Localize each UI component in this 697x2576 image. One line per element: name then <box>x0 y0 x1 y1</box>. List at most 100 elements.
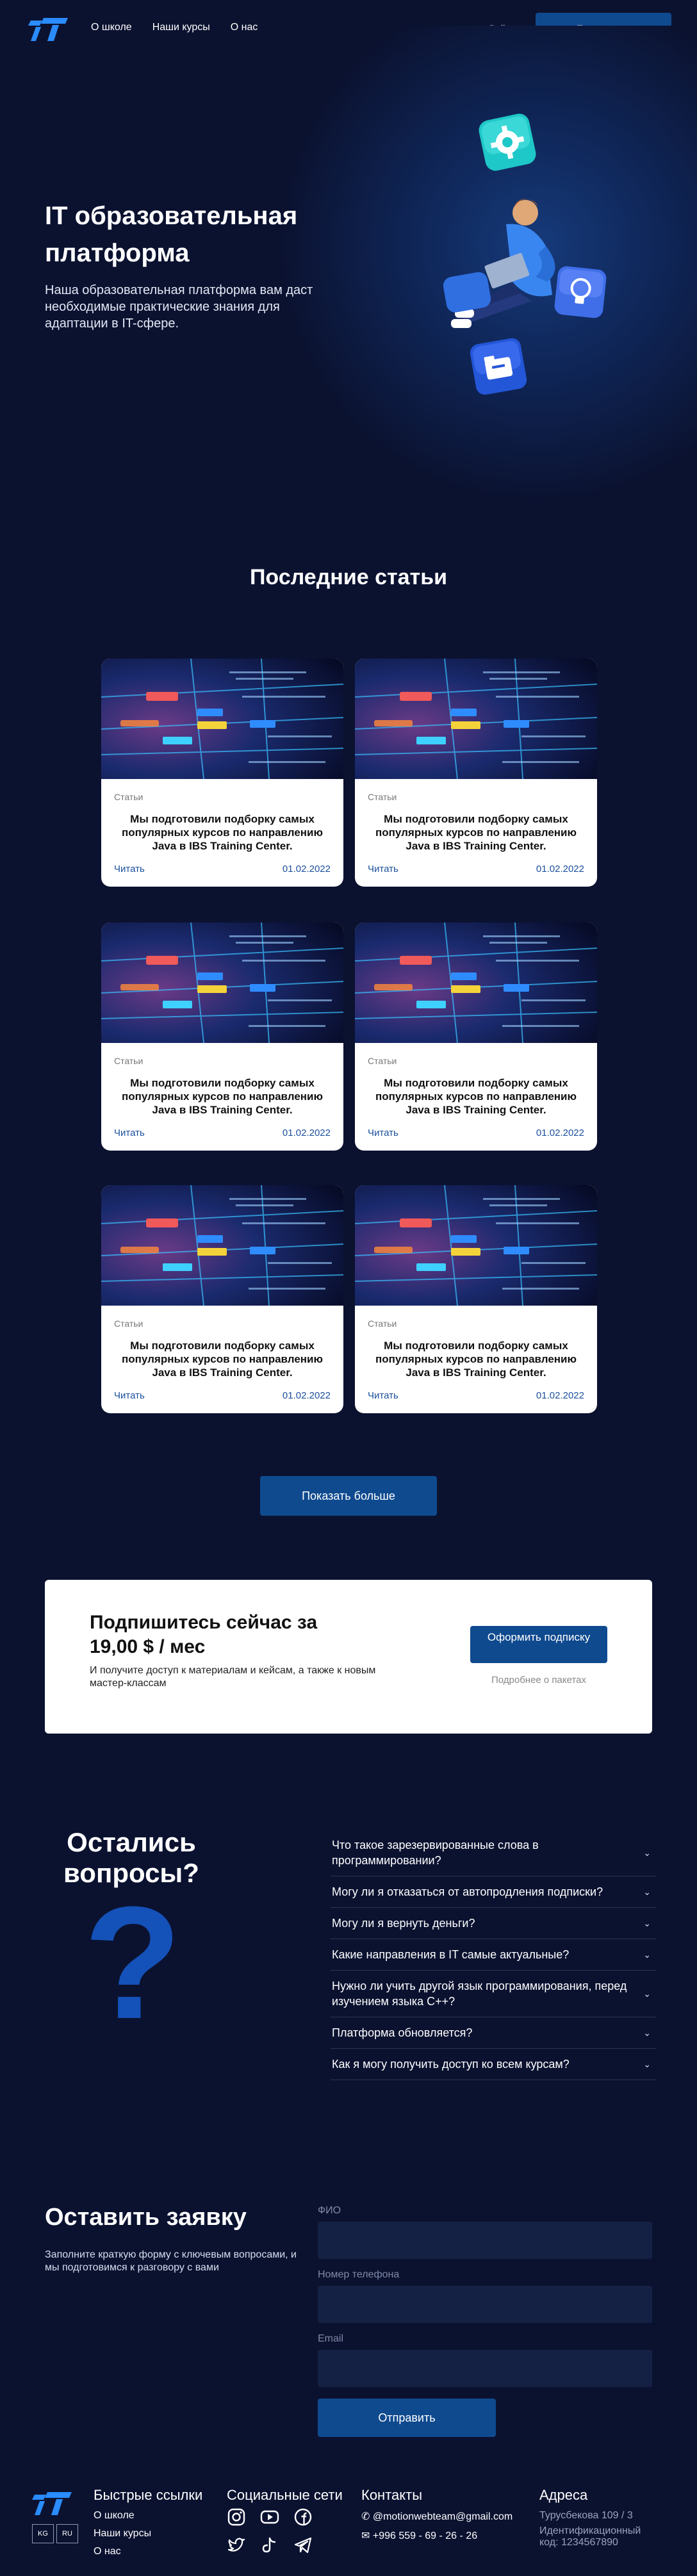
read-link[interactable]: Читать <box>114 864 145 874</box>
id-code-text: Идентификационный код: 1234567890 <box>539 2525 641 2548</box>
social-title: Социальные сети <box>227 2487 343 2503</box>
hero-illustration <box>443 113 607 395</box>
nav-link-school[interactable]: О школе <box>91 22 132 33</box>
application-description: Заполните краткую форму с ключевым вопро… <box>45 2249 297 2273</box>
email-text: @motionwebteam@gmail.com <box>372 2511 513 2522</box>
faq-item[interactable]: Какие направления в IT самые актуальные?… <box>331 1939 656 1971</box>
footer-link-school[interactable]: О школе <box>94 2510 135 2522</box>
application-title: Оставить заявку <box>45 2204 247 2231</box>
read-link[interactable]: Читать <box>114 1390 145 1401</box>
article-category: Статьи <box>114 792 144 802</box>
article-image <box>355 659 597 779</box>
email-contact[interactable]: ✆ @motionwebteam@gmail.com <box>361 2510 512 2523</box>
faq-item[interactable]: Как я могу получить доступ ко всем курса… <box>331 2049 656 2080</box>
tiktok-icon[interactable] <box>260 2536 279 2555</box>
article-image <box>101 923 343 1043</box>
email-field[interactable] <box>318 2350 652 2387</box>
read-link[interactable]: Читать <box>368 864 398 874</box>
article-category: Статьи <box>368 1318 397 1329</box>
article-category: Статьи <box>368 1056 397 1066</box>
read-link[interactable]: Читать <box>368 1390 398 1401</box>
name-field[interactable] <box>318 2222 652 2259</box>
submit-button[interactable]: Отправить <box>318 2399 496 2437</box>
faq-question: Могу ли я отказаться от автопродления по… <box>332 1885 603 1898</box>
packages-link[interactable]: Подробнее о пакетах <box>470 1675 607 1686</box>
article-card[interactable]: Статьи Мы подготовили подборку самых попу… <box>355 659 597 887</box>
hero-subtitle: Наша образовательная платформа вам даст … <box>45 283 313 331</box>
phone-contact[interactable]: ✉ +996 559 - 69 - 26 - 26 <box>361 2529 477 2542</box>
footer-link-courses[interactable]: Наши курсы <box>94 2528 151 2539</box>
article-text: Мы подготовили подборку самых популярных… <box>121 1077 324 1116</box>
hero-title: IT образовательная платформа <box>45 202 298 267</box>
article-image <box>355 1185 597 1306</box>
chevron-down-icon: ⌄ <box>643 2059 651 2069</box>
article-card[interactable]: Статьи Мы подготовили подборку самых попу… <box>101 923 343 1151</box>
lang-ru-button[interactable]: RU <box>56 2524 78 2543</box>
article-image <box>101 1185 343 1306</box>
article-category: Статьи <box>114 1318 144 1329</box>
article-date: 01.02.2022 <box>282 1128 331 1138</box>
article-date: 01.02.2022 <box>536 864 584 874</box>
read-link[interactable]: Читать <box>368 1128 398 1138</box>
article-image <box>101 659 343 779</box>
phone-label: Номер телефона <box>318 2269 400 2280</box>
lang-kg-button[interactable]: KG <box>32 2524 54 2543</box>
chevron-down-icon: ⌄ <box>643 1949 651 1960</box>
faq-item[interactable]: Платформа обновляется? ⌄ <box>331 2017 656 2049</box>
faq-item[interactable]: Что такое зарезервированные слова в прог… <box>331 1830 656 1876</box>
footer-it-logo[interactable] <box>32 2488 73 2516</box>
phone-field[interactable] <box>318 2286 652 2323</box>
it-logo[interactable] <box>28 14 69 42</box>
twitter-icon[interactable] <box>227 2536 246 2555</box>
article-card[interactable]: Статьи Мы подготовили подборку самых попу… <box>101 1185 343 1413</box>
faq-item[interactable]: Могу ли я вернуть деньги? ⌄ <box>331 1908 656 1939</box>
folder-icon <box>470 338 527 395</box>
telegram-icon[interactable] <box>293 2536 313 2555</box>
question-mark-icon: ? <box>86 1890 179 2031</box>
youtube-icon[interactable] <box>260 2507 279 2527</box>
faq-question: Что такое зарезервированные слова в прог… <box>332 1839 539 1867</box>
chevron-down-icon: ⌄ <box>643 1989 651 1999</box>
article-date: 01.02.2022 <box>536 1390 584 1401</box>
article-date: 01.02.2022 <box>282 1390 331 1401</box>
article-card[interactable]: Статьи Мы подготовили подборку самых попу… <box>355 923 597 1151</box>
email-label: Email <box>318 2333 344 2344</box>
address-text: Турусбекова 109 / 3 <box>539 2510 633 2521</box>
nav-links: О школе Наши курсы О нас <box>91 22 258 33</box>
facebook-icon[interactable] <box>293 2507 313 2527</box>
faq-question: Платформа обновляется? <box>332 2026 473 2039</box>
mail-icon: ✉ <box>361 2531 373 2541</box>
article-category: Статьи <box>368 792 397 802</box>
article-card[interactable]: Статьи Мы подготовили подборку самых попу… <box>355 1185 597 1413</box>
phone-icon: ✆ <box>361 2511 373 2522</box>
faq-list: Что такое зарезервированные слова в прог… <box>331 1830 656 2080</box>
article-text: Мы подготовили подборку самых популярных… <box>375 1077 577 1116</box>
chevron-down-icon: ⌄ <box>643 1848 651 1858</box>
read-link[interactable]: Читать <box>114 1128 145 1138</box>
footer-link-about[interactable]: О нас <box>94 2546 121 2557</box>
faq-question: Как я могу получить доступ ко всем курса… <box>332 2058 570 2071</box>
faq-question: Какие направления в IT самые актуальные? <box>332 1948 570 1961</box>
article-category: Статьи <box>114 1056 144 1066</box>
instagram-icon[interactable] <box>227 2507 246 2527</box>
article-card[interactable]: Статьи Мы подготовили подборку самых попу… <box>101 659 343 887</box>
subscribe-description: И получите доступ к материалам и кейсам,… <box>90 1665 376 1689</box>
article-image <box>355 923 597 1043</box>
show-more-button[interactable]: Показать больше <box>260 1476 437 1516</box>
nav-link-about[interactable]: О нас <box>231 22 258 33</box>
gear-icon <box>479 113 536 171</box>
faq-title: Остались вопросы? <box>63 1827 199 1888</box>
subscribe-title: Подпишитесь сейчас за 19,00 $ / мес <box>90 1612 318 1657</box>
page: О школе Наши курсы О нас Войти Подписать… <box>0 0 697 2576</box>
faq-item[interactable]: Могу ли я отказаться от автопродления по… <box>331 1876 656 1908</box>
nav-link-courses[interactable]: Наши курсы <box>152 22 210 33</box>
chevron-down-icon: ⌄ <box>643 1887 651 1897</box>
subscribe-now-button[interactable]: Оформить подписку <box>470 1626 607 1663</box>
contacts-title: Контакты <box>361 2487 423 2503</box>
article-date: 01.02.2022 <box>536 1128 584 1138</box>
subscribe-box: Подпишитесь сейчас за 19,00 $ / мес И по… <box>45 1580 652 1734</box>
chevron-down-icon: ⌄ <box>643 1918 651 1928</box>
faq-item[interactable]: Нужно ли учить другой язык программирова… <box>331 1971 656 2017</box>
chevron-down-icon: ⌄ <box>643 2028 651 2038</box>
faq-question: Нужно ли учить другой язык программирова… <box>332 1980 627 2008</box>
